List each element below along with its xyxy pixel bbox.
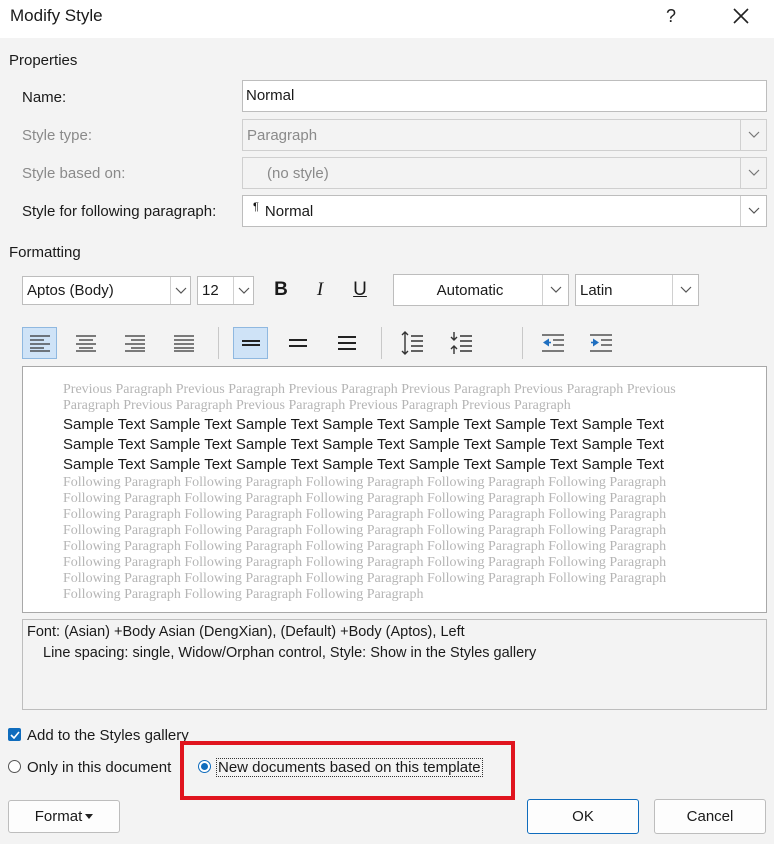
one-half-spacing-button[interactable] (280, 327, 315, 359)
increase-indent-icon (590, 334, 612, 352)
italic-button[interactable]: I (305, 275, 335, 305)
one-half-spacing-icon (288, 339, 307, 347)
following-paragraph-line: Following Paragraph Following Paragraph … (63, 571, 667, 586)
justify-icon (173, 335, 194, 352)
chevron-down-icon (740, 158, 766, 188)
single-spacing-button[interactable] (233, 327, 268, 359)
following-paragraph-line: Following Paragraph Following Paragraph … (63, 507, 667, 522)
following-paragraph-line: Following Paragraph Following Paragraph … (63, 523, 667, 538)
format-button[interactable]: Format (8, 800, 120, 833)
chevron-down-icon (740, 120, 766, 150)
toolbar-divider (218, 327, 219, 359)
font-color-value: Automatic (436, 281, 504, 299)
following-value: Normal (264, 202, 314, 220)
font-size-select[interactable]: 12 (197, 276, 254, 305)
cancel-button-label: Cancel (686, 808, 734, 825)
bold-button[interactable]: B (266, 275, 296, 305)
formatting-header: Formatting (9, 244, 81, 261)
style-description: Font: (Asian) +Body Asian (DengXian), (D… (22, 619, 767, 710)
font-color-select[interactable]: Automatic (393, 274, 569, 306)
bold-icon: B (274, 279, 288, 300)
justify-button[interactable] (166, 327, 201, 359)
decrease-indent-button[interactable] (537, 327, 569, 359)
decrease-paragraph-spacing-button[interactable] (444, 327, 478, 359)
name-label: Name: (22, 89, 66, 106)
chevron-down-icon (542, 275, 568, 305)
name-label-text: Name: (22, 89, 67, 106)
align-right-button[interactable] (117, 327, 152, 359)
chevron-down-icon (672, 275, 698, 305)
close-button[interactable] (714, 0, 768, 32)
based-on-value: (no style) (267, 164, 329, 182)
single-spacing-icon (241, 340, 260, 346)
based-on-label: Style based on: (22, 165, 126, 182)
ok-button[interactable]: OK (527, 799, 639, 834)
align-center-icon (75, 335, 96, 352)
font-value: Aptos (Body) (27, 282, 114, 299)
close-icon (733, 8, 749, 24)
align-center-button[interactable] (68, 327, 103, 359)
double-spacing-button[interactable] (329, 327, 364, 359)
decrease-indent-icon (542, 334, 564, 352)
description-line: Line spacing: single, Widow/Orphan contr… (43, 645, 537, 661)
add-to-gallery-label[interactable]: Add to the Styles gallery (27, 727, 189, 744)
following-select[interactable]: ¶ Normal (242, 195, 767, 227)
ok-button-label: OK (572, 808, 594, 825)
underline-icon: U (353, 279, 367, 300)
cancel-button[interactable]: Cancel (654, 799, 766, 834)
underline-button[interactable]: U (345, 275, 375, 305)
font-size-value: 12 (202, 282, 219, 299)
align-left-button[interactable] (22, 327, 57, 359)
only-this-document-radio[interactable] (8, 760, 21, 773)
following-paragraph-line: Following Paragraph Following Paragraph … (63, 555, 667, 570)
following-paragraph-line: Following Paragraph Following Paragraph … (63, 587, 424, 602)
sample-text-line: Sample Text Sample Text Sample Text Samp… (63, 436, 664, 453)
sample-text-line: Sample Text Sample Text Sample Text Samp… (63, 456, 664, 473)
chevron-down-icon (740, 196, 766, 226)
help-icon: ? (665, 5, 676, 26)
following-paragraph-line: Following Paragraph Following Paragraph … (63, 539, 667, 554)
format-button-label: Format (34, 808, 83, 825)
following-paragraph-line: Following Paragraph Following Paragraph … (63, 475, 667, 490)
following-paragraph-line: Following Paragraph Following Paragraph … (63, 491, 667, 506)
checkmark-icon (9, 730, 20, 739)
highlight-box (180, 741, 515, 800)
font-select[interactable]: Aptos (Body) (22, 276, 191, 305)
double-spacing-icon (337, 336, 356, 350)
increase-paragraph-spacing-button[interactable] (395, 327, 429, 359)
style-type-select: Paragraph (242, 119, 767, 151)
chevron-down-icon (170, 277, 190, 304)
based-on-select: (no style) (242, 157, 767, 189)
style-type-label: Style type: (22, 127, 93, 144)
italic-icon: I (316, 279, 324, 300)
toolbar-divider (522, 327, 523, 359)
script-select[interactable]: Latin (575, 274, 699, 306)
name-input[interactable]: Normal (242, 80, 767, 112)
only-this-document-label[interactable]: Only in this document (27, 759, 171, 776)
properties-header: Properties (9, 52, 78, 69)
spacing-after-icon (450, 332, 472, 354)
caret-down-icon (85, 814, 94, 819)
style-type-value: Paragraph (247, 126, 318, 144)
dialog-title: Modify Style (10, 6, 103, 25)
description-line: Font: (Asian) +Body Asian (DengXian), (D… (27, 624, 465, 640)
style-preview: Previous Paragraph Previous Paragraph Pr… (22, 366, 767, 613)
following-label: Style for following paragraph: (22, 203, 217, 220)
add-to-gallery-checkbox[interactable] (8, 728, 21, 741)
script-value: Latin (580, 281, 613, 299)
sample-text-line: Sample Text Sample Text Sample Text Samp… (63, 416, 664, 433)
paragraph-mark-icon: ¶ (253, 201, 259, 213)
spacing-before-icon (401, 331, 423, 355)
toolbar-divider (381, 327, 382, 359)
chevron-down-icon (233, 277, 253, 304)
align-right-icon (124, 335, 145, 352)
previous-paragraph-text: Previous Paragraph Previous Paragraph Pr… (63, 382, 676, 413)
increase-indent-button[interactable] (585, 327, 617, 359)
help-button[interactable]: ? (644, 0, 698, 32)
align-left-icon (29, 335, 50, 352)
